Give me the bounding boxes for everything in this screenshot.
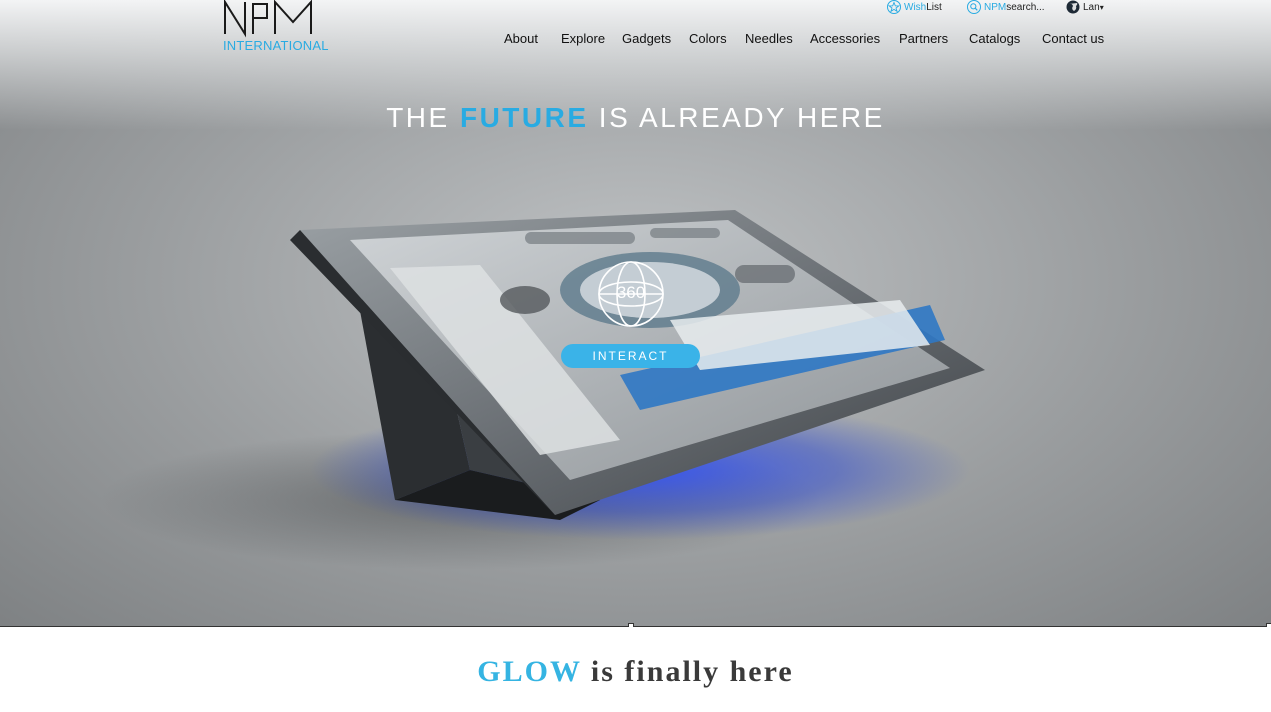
headline-pre: THE [386,102,460,133]
search-prefix: NPM [984,1,1007,13]
interact-button[interactable]: INTERACT [561,344,700,368]
nav-item-colors[interactable]: Colors [689,31,727,46]
nav-item-gadgets[interactable]: Gadgets [622,31,671,46]
nav-item-contact-us[interactable]: Contact us [1042,31,1104,46]
language-label: Lan [1083,1,1100,13]
section-heading: GLOW is finally here [0,655,1271,689]
glow-rest: is finally here [581,655,794,688]
language-selector[interactable]: Lan ▾ [1065,0,1104,14]
headline-post: IS ALREADY HERE [588,102,885,133]
nav-item-catalogs[interactable]: Catalogs [969,31,1020,46]
logo-subtitle: INTERNATIONAL [223,38,329,53]
headline-accent: FUTURE [459,102,589,133]
search-suffix: search... [1006,1,1045,13]
resize-handle[interactable] [628,623,634,627]
npm-search-link[interactable]: NPM search... [966,0,1045,14]
nav-item-about[interactable]: About [504,31,538,46]
search-icon [967,0,981,14]
nav-item-accessories[interactable]: Accessories [810,31,880,46]
wishlist-prefix: Wish [904,1,927,13]
hero-headline: THE FUTURE IS ALREADY HERE [0,102,1271,134]
hero-divider [0,626,1271,627]
nav-item-explore[interactable]: Explore [561,31,605,46]
nav-item-partners[interactable]: Partners [899,31,948,46]
caret-icon: ▾ [1099,2,1104,12]
star-icon [887,0,901,14]
resize-handle[interactable] [1266,623,1271,627]
globe-icon [1066,0,1080,14]
nav-item-needles[interactable]: Needles [745,31,793,46]
glow-accent: GLOW [477,655,582,688]
wishlist-suffix: List [926,1,942,13]
wishlist-link[interactable]: Wish List [886,0,942,14]
badge-360-label: 360 [616,283,646,302]
